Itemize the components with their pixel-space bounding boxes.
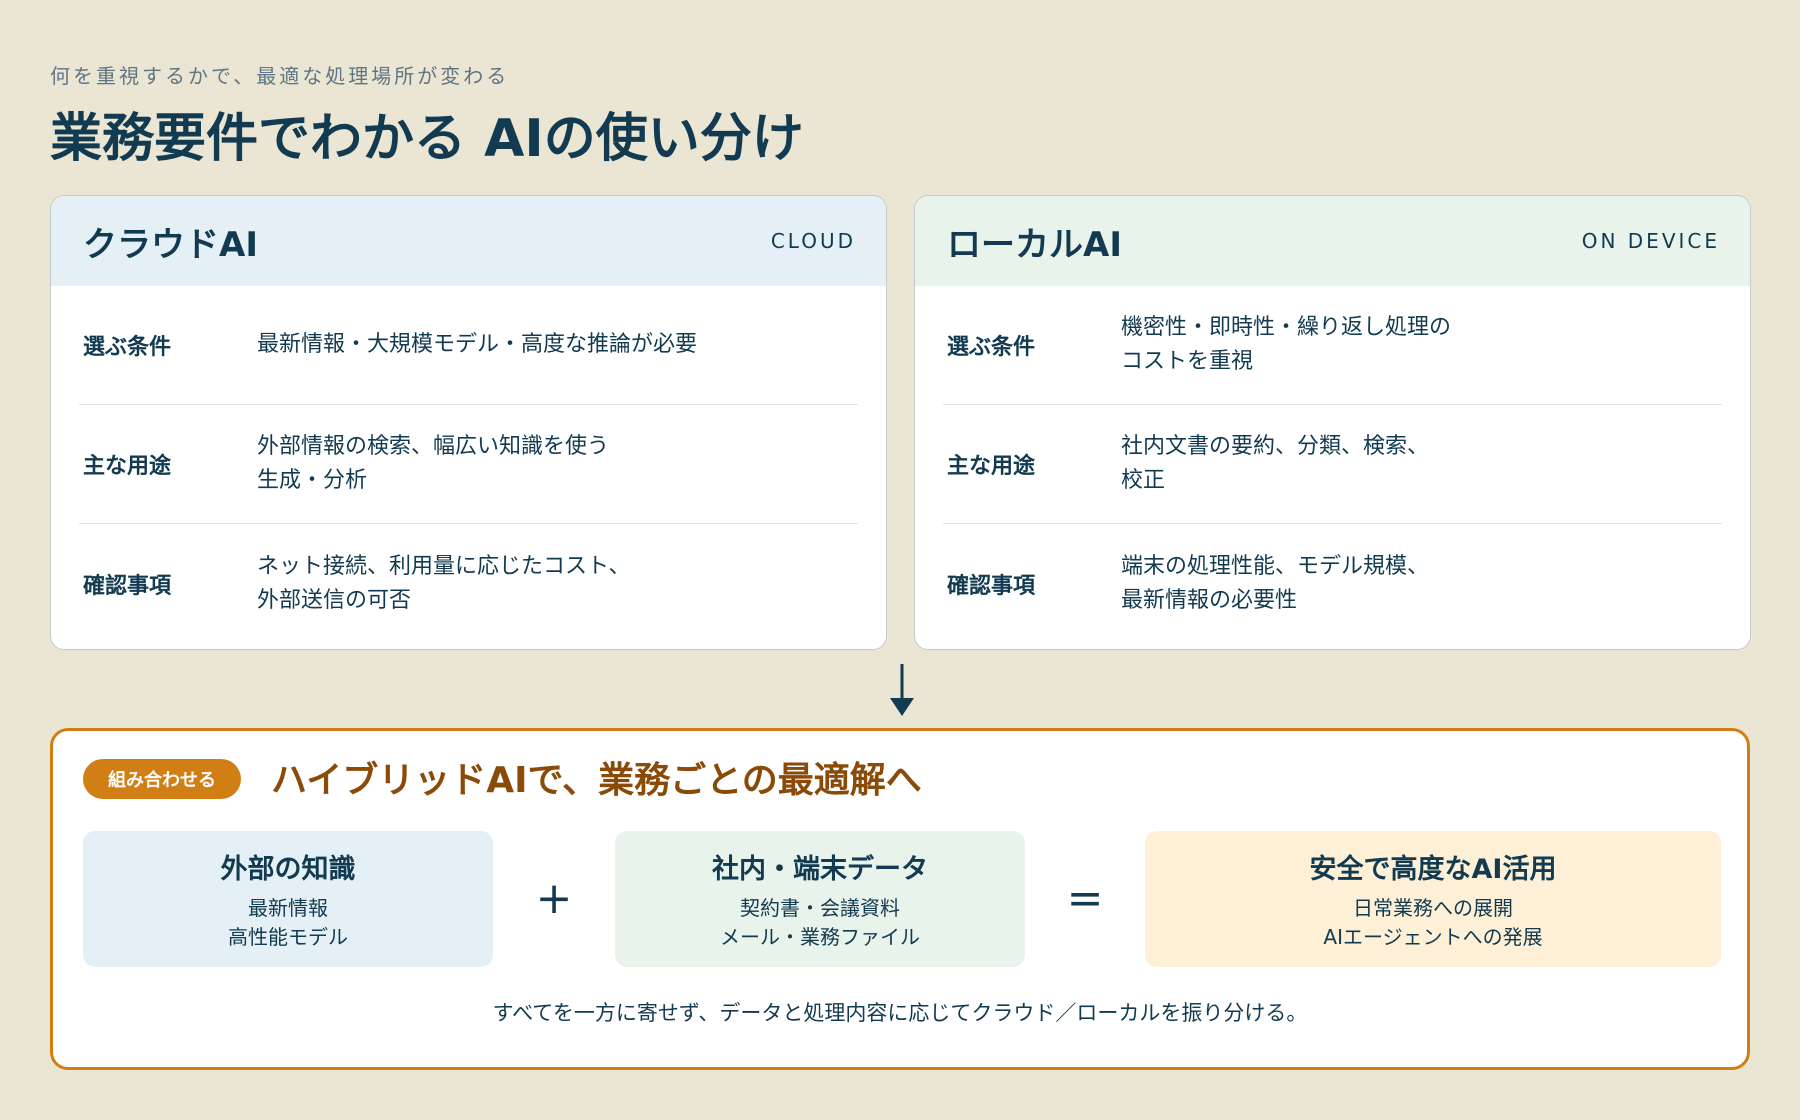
local-row-conditions: 選ぶ条件 機密性・即時性・繰り返し処理の コストを重視 — [943, 286, 1722, 405]
combine-badge: 組み合わせる — [83, 759, 241, 799]
hybrid-note: すべてを一方に寄せず、データと処理内容に応じてクラウド／ローカルを振り分ける。 — [492, 1001, 1308, 1025]
box-line: 契約書・会議資料 — [740, 895, 900, 920]
row-label: 主な用途 — [947, 454, 1036, 479]
row-text: ネット接続、利用量に応じたコスト、 外部送信の可否 — [257, 553, 631, 613]
internal-data-box: 社内・端末データ 契約書・会議資料 メール・業務ファイル — [615, 831, 1025, 967]
local-ai-card: ローカルAI ON DEVICE 選ぶ条件 機密性・即時性・繰り返し処理の コス… — [914, 195, 1751, 650]
box-line: 最新情報 — [248, 895, 328, 920]
cloud-card-title: クラウドAI — [83, 224, 258, 265]
box-title: 外部の知識 — [220, 853, 356, 885]
box-line: 日常業務への展開 — [1353, 895, 1513, 920]
row-text: 最新情報・大規模モデル・高度な推論が必要 — [257, 332, 698, 357]
box-title: 社内・端末データ — [712, 853, 928, 885]
local-row-uses: 主な用途 社内文書の要約、分類、検索、 校正 — [943, 405, 1722, 524]
equals-icon: = — [1066, 873, 1104, 924]
hybrid-ai-panel: 組み合わせる ハイブリッドAIで、業務ごとの最適解へ 外部の知識 最新情報 高性… — [50, 728, 1750, 1070]
cloud-row-checks: 確認事項 ネット接続、利用量に応じたコスト、 外部送信の可否 — [79, 524, 858, 643]
hybrid-title: ハイブリッドAIで、業務ごとの最適解へ — [271, 760, 922, 801]
local-card-tag: ON DEVICE — [1581, 229, 1720, 253]
box-title: 安全で高度なAI活用 — [1309, 853, 1557, 885]
page: 何を重視するかで、最適な処理場所が変わる 業務要件でわかる AIの使い分け クラ… — [0, 0, 1800, 1120]
row-label: 選ぶ条件 — [947, 335, 1036, 360]
box-line: 高性能モデル — [228, 924, 348, 949]
row-label: 確認事項 — [83, 573, 172, 599]
local-card-title: ローカルAI — [947, 224, 1122, 265]
cloud-card-header: クラウドAI CLOUD — [51, 196, 886, 286]
local-card-rows: 選ぶ条件 機密性・即時性・繰り返し処理の コストを重視 主な用途 社内文書の要約… — [915, 286, 1750, 643]
external-knowledge-box: 外部の知識 最新情報 高性能モデル — [83, 831, 493, 967]
row-text: 端末の処理性能、モデル規模、 最新情報の必要性 — [1121, 553, 1430, 613]
row-label: 主な用途 — [83, 454, 172, 479]
box-line: AIエージェントへの発展 — [1323, 924, 1543, 949]
arrow-down-icon — [890, 664, 914, 716]
cloud-card-rows: 選ぶ条件 最新情報・大規模モデル・高度な推論が必要 主な用途 外部情報の検索、幅… — [51, 286, 886, 643]
local-row-checks: 確認事項 端末の処理性能、モデル規模、 最新情報の必要性 — [943, 524, 1722, 643]
row-label: 選ぶ条件 — [83, 335, 172, 360]
row-text: 機密性・即時性・繰り返し処理の コストを重視 — [1121, 315, 1452, 374]
plus-icon: + — [535, 873, 573, 924]
box-line: メール・業務ファイル — [720, 924, 920, 949]
cloud-row-uses: 主な用途 外部情報の検索、幅広い知識を使う 生成・分析 — [79, 405, 858, 524]
page-title: 業務要件でわかる AIの使い分け — [50, 109, 804, 169]
cloud-card-tag: CLOUD — [770, 229, 856, 253]
result-box: 安全で高度なAI活用 日常業務への展開 AIエージェントへの発展 — [1145, 831, 1721, 967]
cloud-row-conditions: 選ぶ条件 最新情報・大規模モデル・高度な推論が必要 — [79, 286, 858, 405]
row-text: 社内文書の要約、分類、検索、 校正 — [1121, 434, 1430, 493]
page-subtitle: 何を重視するかで、最適な処理場所が変わる — [50, 64, 510, 88]
local-card-header: ローカルAI ON DEVICE — [915, 196, 1750, 286]
row-text: 外部情報の検索、幅広い知識を使う 生成・分析 — [257, 434, 610, 493]
cloud-ai-card: クラウドAI CLOUD 選ぶ条件 最新情報・大規模モデル・高度な推論が必要 主… — [50, 195, 887, 650]
row-label: 確認事項 — [947, 573, 1036, 599]
